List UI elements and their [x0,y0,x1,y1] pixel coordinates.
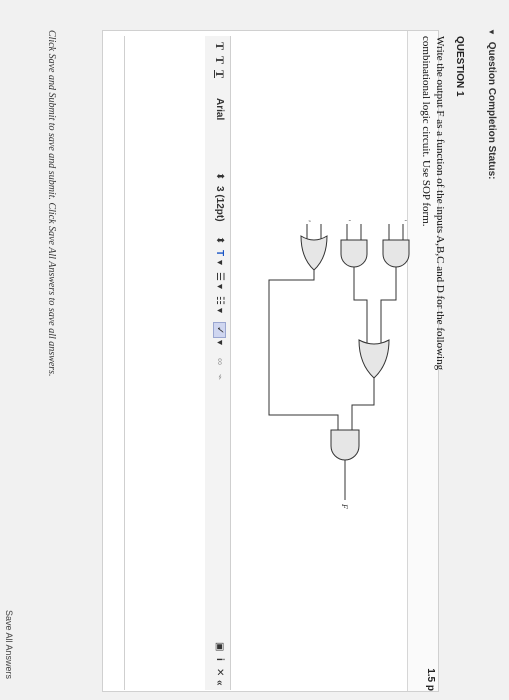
input-label-b-prime: B' [343,220,352,221]
fullscreen-icon[interactable]: ✕ [214,668,225,676]
unlink-icon[interactable]: ⌁ [214,374,225,380]
ordered-list-icon[interactable]: ☷ [214,296,225,305]
chevron-down-icon: ▼ [487,28,496,36]
underline-button[interactable]: T [212,70,227,78]
or-gate-4 [358,339,390,379]
editor-toolbar: T T T Arial ⬍ 3 (12pt) ⬍ T ▾ ☰ ▾ ☷ ▾ ✓ ▾… [203,36,231,690]
font-size-select[interactable]: 3 (12pt) [214,186,225,222]
italic-button[interactable]: T [212,56,227,64]
preview-icon[interactable]: ▣ [214,642,225,651]
info-icon[interactable]: i [214,658,225,661]
and-gate-5 [330,429,360,461]
ordered-list-dropdown-icon[interactable]: ▾ [214,308,225,313]
font-family-select[interactable]: Arial [214,98,225,120]
unordered-list-dropdown-icon[interactable]: ▾ [214,284,225,289]
question-completion-status[interactable]: ▼ Question Completion Status: [486,28,497,179]
spellcheck-dropdown-icon[interactable]: ▾ [214,340,225,345]
bold-button[interactable]: T [212,42,227,50]
text-color-icon[interactable]: T [214,250,225,256]
or-gate-3 [300,235,328,271]
and-gate-2 [340,239,368,268]
save-all-answers-button[interactable]: Save All Answers [4,610,14,679]
text-color-dropdown-icon[interactable]: ▾ [214,260,225,265]
input-label-a-prime: A' [399,220,408,221]
question-text: Write the output F as a function of the … [420,36,446,371]
font-family-dropdown-icon[interactable]: ⬍ [214,172,225,180]
screenshot-stage: ▼ Question Completion Status: 1.5 p QUES… [0,0,509,700]
submit-instructions: Click Save and Submit to save and submit… [46,30,57,377]
status-label: Question Completion Status: [486,41,497,180]
answer-editor[interactable] [124,36,205,690]
unordered-list-icon[interactable]: ☰ [214,272,225,281]
spellcheck-icon[interactable]: ✓ [213,322,226,339]
font-size-dropdown-icon[interactable]: ⬍ [214,236,225,244]
question-title: QUESTION 1 [454,36,465,97]
logic-circuit-diagram: A' B A B' C D' F [268,220,410,509]
input-label-d-prime: D' [303,220,312,222]
collapse-toolbar-icon[interactable]: « [214,680,225,686]
question-points: 1.5 p [425,668,436,691]
link-icon[interactable]: ∞ [214,358,225,365]
quiz-page: ▼ Question Completion Status: 1.5 p QUES… [0,0,509,700]
and-gate-1 [382,239,410,268]
output-label-f: F [340,503,349,509]
